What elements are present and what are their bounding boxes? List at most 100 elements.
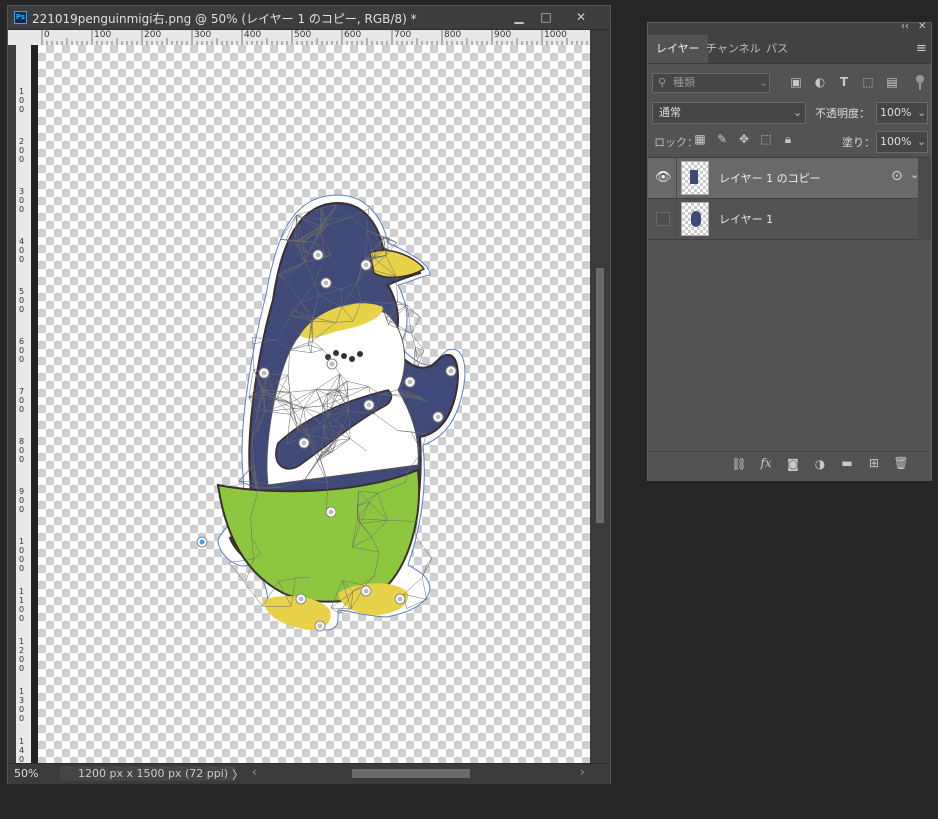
folder-icon[interactable]: ▬ [839, 456, 855, 470]
ruler-label: 800 [19, 437, 25, 464]
layers-panel: ‹‹ ✕ レイヤー チャンネル パス ≡ ⚲ 種類 ⌄ ▣ ◐ T ⬚ ▤ 通常… [647, 21, 932, 481]
filter-kind-dropdown[interactable]: ⚲ 種類 ⌄ [652, 73, 770, 93]
filter-adjustment-icon[interactable]: ◐ [812, 75, 828, 89]
ruler-label: 1000 [19, 537, 25, 573]
pasteboard-edge [31, 45, 38, 763]
opacity-value: 100% [880, 106, 912, 119]
document-window: Ps 221019penguinmigi右.png @ 50% (レイヤー 1 … [7, 5, 611, 784]
ruler-label: 400 [19, 237, 25, 264]
layer-thumbnail[interactable] [681, 161, 709, 195]
fill-field[interactable]: 100% ⌄ [876, 131, 928, 153]
ruler-label: 900 [19, 487, 25, 514]
horizontal-scroll-thumb[interactable] [352, 769, 470, 778]
close-panel-button[interactable]: ✕ [918, 21, 926, 32]
chevron-down-icon: ⌄ [759, 76, 769, 89]
puppet-pin-center [448, 368, 454, 374]
penguin-green-band [216, 468, 421, 603]
photoshop-icon: Ps [14, 11, 27, 24]
layer-thumbnail[interactable] [681, 202, 709, 236]
filter-type-icon[interactable]: T [836, 75, 852, 89]
scroll-right-arrow[interactable]: › [580, 765, 585, 779]
zoom-level[interactable]: 50% [14, 767, 58, 781]
minimize-button[interactable]: ▁ [504, 7, 534, 27]
ruler-label: 100 [94, 30, 112, 40]
ruler-label: 200 [19, 137, 25, 164]
ruler-label: 900 [494, 30, 512, 40]
puppet-pin-center [323, 280, 329, 286]
lock-brush-icon[interactable]: ✎ [715, 132, 729, 146]
search-icon: ⚲ [658, 76, 667, 89]
ruler-label: 600 [19, 337, 25, 364]
new-layer-icon[interactable]: ⊞ [866, 456, 882, 470]
puppet-pin-center [317, 623, 323, 629]
lock-transparent-icon[interactable]: ▦ [693, 132, 707, 146]
panel-menu-icon[interactable]: ≡ [916, 41, 927, 56]
status-menu-arrow[interactable]: 〉 [232, 766, 244, 783]
document-titlebar[interactable]: Ps 221019penguinmigi右.png @ 50% (レイヤー 1 … [8, 6, 610, 30]
visibility-toggle[interactable]: 👁︎ [648, 158, 677, 198]
puppet-pin-center [366, 402, 372, 408]
puppet-pin-center [328, 509, 334, 515]
panel-topbar[interactable]: ‹‹ ✕ [648, 21, 931, 35]
filter-toggle-icon[interactable] [916, 75, 926, 91]
opacity-field[interactable]: 100% ⌄ [876, 102, 928, 124]
vertical-ruler-strip: 100 200 300 400 500 600 700 800 900 1000 1100 1200 1… [16, 45, 31, 764]
puppet-pin-center [407, 379, 413, 385]
opacity-label: 不透明度： [815, 107, 870, 120]
trash-icon[interactable]: 🗑︎ [893, 456, 909, 470]
ruler-label: 500 [19, 287, 25, 314]
filter-shape-icon[interactable]: ⬚ [860, 75, 876, 89]
ruler-label: 200 [144, 30, 162, 40]
ruler-label: 700 [19, 387, 25, 414]
collapse-panel-button[interactable]: ‹‹ [901, 21, 909, 32]
puppet-pin-center [261, 370, 267, 376]
ruler-label: 100 [19, 87, 25, 114]
document-info[interactable]: 1200 px x 1500 px (72 ppi) [60, 766, 236, 781]
filter-image-icon[interactable]: ▣ [788, 75, 804, 89]
fx-icon[interactable]: fx [758, 456, 774, 470]
puppet-pin-center [315, 252, 321, 258]
puppet-pin-center [397, 596, 403, 602]
layer-name[interactable]: レイヤー 1 のコピー [719, 170, 821, 186]
penguin-artwork [196, 194, 466, 632]
puppet-pin-center [298, 596, 304, 602]
visibility-toggle[interactable] [648, 199, 677, 239]
ruler-label: 300 [194, 30, 212, 40]
ruler-label: 1100 [19, 587, 25, 623]
scroll-left-arrow[interactable]: ‹ [252, 765, 257, 779]
mask-icon[interactable]: ◙ [785, 457, 801, 471]
blend-mode-value: 通常 [659, 106, 681, 119]
filter-smart-object-icon[interactable]: ▤ [884, 75, 900, 89]
close-button[interactable]: ✕ [566, 7, 596, 27]
ruler-label: 400 [244, 30, 262, 40]
chevron-down-icon: ⌄ [917, 135, 927, 148]
lock-move-icon[interactable]: ✥ [737, 132, 751, 146]
link-icon[interactable]: ⛓︎ [731, 457, 747, 471]
ruler-label: 1000 [544, 30, 567, 40]
adjustment-icon[interactable]: ◑ [812, 457, 828, 471]
ruler-corner[interactable] [8, 30, 38, 45]
canvas[interactable] [38, 45, 590, 763]
lock-artboard-icon[interactable]: ⬚ [759, 132, 773, 146]
lock-all-icon[interactable]: 🔒︎ [781, 132, 795, 147]
ruler-label: 800 [444, 30, 462, 40]
ruler-label: 1300 [19, 687, 25, 723]
document-title: 221019penguinmigi右.png @ 50% (レイヤー 1 のコピ… [32, 12, 417, 26]
horizontal-ruler[interactable]: 0 100 200 300 400 500 600 700 800 900 1000 [38, 30, 590, 46]
layer-row[interactable]: レイヤー 1 [648, 199, 918, 240]
vertical-scroll-thumb[interactable] [596, 268, 604, 523]
lock-label: ロック： [654, 136, 698, 149]
puppet-pin-center [199, 539, 205, 545]
maximize-button[interactable]: □ [531, 7, 561, 27]
tab-paths[interactable]: パス [758, 35, 796, 63]
blend-mode-dropdown[interactable]: 通常 ⌄ [652, 102, 806, 124]
smart-filter-icon[interactable]: ⊙ [891, 168, 903, 184]
fill-label: 塗り： [842, 136, 875, 149]
panel-footer: ⛓︎ fx ◙ ◑ ▬ ⊞ 🗑︎ [648, 451, 931, 481]
visibility-empty-box [656, 212, 670, 226]
layer-row[interactable]: 👁︎ レイヤー 1 のコピー ⊙ ⌄ [648, 158, 919, 199]
layers-scrollbar[interactable] [918, 158, 931, 240]
fill-value: 100% [880, 135, 912, 148]
panel-tabs: レイヤー チャンネル パス ≡ [648, 35, 931, 64]
layer-name[interactable]: レイヤー 1 [719, 211, 773, 227]
